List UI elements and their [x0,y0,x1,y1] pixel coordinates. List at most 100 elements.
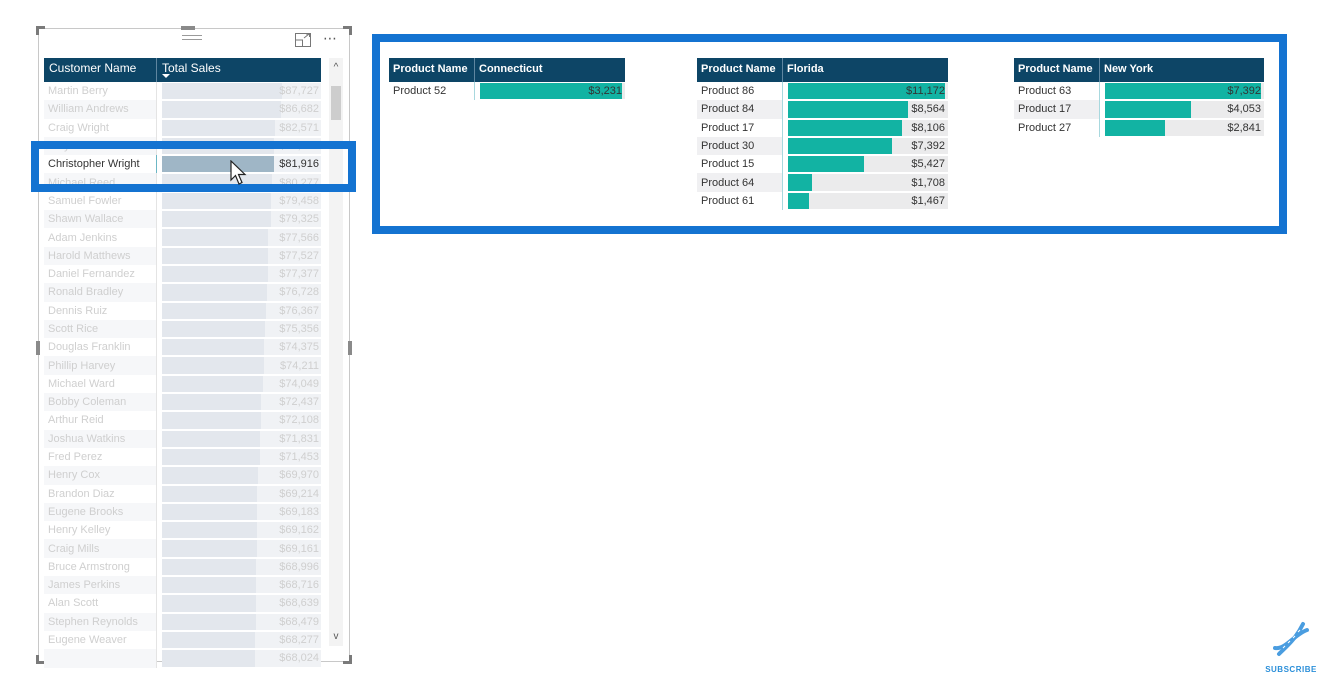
total-sales-cell[interactable]: $72,108 [157,411,321,429]
total-sales-cell[interactable]: $79,458 [157,192,321,210]
total-sales-cell[interactable]: $69,970 [157,466,321,484]
total-sales-cell[interactable]: $71,831 [157,430,321,448]
customer-name-cell[interactable]: Stephen Reynolds [44,612,157,631]
customer-name-cell[interactable]: Scott Rice [44,319,157,339]
table-row[interactable]: Samuel Fowler $79,458 [44,191,321,211]
table-row[interactable]: $68,024 [44,649,321,668]
total-sales-cell[interactable]: $69,183 [157,503,321,521]
table-row[interactable]: Henry Kelley $69,162 [44,521,321,540]
total-sales-cell[interactable]: $69,214 [157,485,321,503]
table-row[interactable]: Craig Mills $69,161 [44,539,321,558]
table-row[interactable]: Product 63 $7,392 [1014,82,1264,101]
product-name-cell[interactable]: Product 52 [389,82,475,101]
table-row[interactable]: Harold Matthews $77,527 [44,246,321,265]
customer-name-cell[interactable]: Wayne Johnson [44,136,157,156]
total-sales-cell[interactable]: $82,571 [157,119,321,137]
table-row-selected[interactable]: Christopher Wright $81,916 [44,155,321,174]
total-sales-cell[interactable]: $74,211 [157,356,321,374]
customer-name-cell[interactable]: Dennis Ruiz [44,301,157,320]
total-sales-cell[interactable]: $74,049 [157,375,321,393]
resize-handle-right[interactable] [348,341,352,355]
table-row[interactable]: Joshua Watkins $71,831 [44,429,321,448]
total-sales-cell[interactable]: $82,102 [157,137,321,155]
total-sales-cell[interactable]: $75,356 [157,320,321,338]
table-row[interactable]: Michael Ward $74,049 [44,374,321,394]
total-sales-cell[interactable]: $77,377 [157,265,321,283]
resize-handle-left[interactable] [36,341,40,355]
customer-name-cell[interactable]: Harold Matthews [44,246,157,265]
total-sales-cell[interactable]: $68,277 [157,631,321,649]
table-row[interactable]: Product 30 $7,392 [697,136,948,156]
table-row[interactable]: Product 52 $3,231 [389,82,625,101]
customer-name-cell[interactable]: Craig Wright [44,118,157,137]
customer-name-cell[interactable]: Henry Kelley [44,521,157,540]
subscribe-label[interactable]: SUBSCRIBE [1262,665,1320,674]
customer-name-cell[interactable]: Michael Reed [44,173,157,192]
customer-name-cell[interactable]: Eugene Brooks [44,502,157,522]
column-header-customer-name[interactable]: Customer Name [44,58,157,82]
table-row[interactable]: Shawn Wallace $79,325 [44,210,321,229]
customer-name-cell[interactable]: Shawn Wallace [44,210,157,229]
table-row[interactable]: Michael Reed $80,277 [44,173,321,192]
subscribe-badge[interactable]: SUBSCRIBE [1262,620,1320,676]
total-sales-cell[interactable]: $76,728 [157,283,321,301]
table-row[interactable]: Product 17 $4,053 [1014,100,1264,119]
product-name-cell[interactable]: Product 27 [1014,118,1100,137]
table-row[interactable]: Martin Berry $87,727 [44,82,321,101]
sales-cell[interactable]: $7,392 [1100,82,1264,100]
table-row[interactable]: Bobby Coleman $72,437 [44,393,321,412]
sales-cell[interactable]: $5,427 [783,155,948,173]
sales-cell[interactable]: $4,053 [1100,100,1264,118]
product-name-cell[interactable]: Product 64 [697,173,783,192]
customer-name-cell[interactable]: Brandon Diaz [44,484,157,503]
product-name-cell[interactable]: Product 86 [697,82,783,101]
table-row[interactable]: Product 17 $8,106 [697,118,948,137]
customer-name-cell[interactable]: Adam Jenkins [44,228,157,247]
sales-cell[interactable]: $2,841 [1100,119,1264,137]
resize-handle-top-left[interactable] [36,26,45,35]
product-name-cell[interactable]: Product 30 [697,136,783,156]
product-name-cell[interactable]: Product 17 [1014,100,1100,119]
customer-name-cell[interactable]: Christopher Wright [44,155,157,174]
table-row[interactable]: Dennis Ruiz $76,367 [44,301,321,320]
focus-mode-icon[interactable] [295,33,311,47]
table-row[interactable]: Bruce Armstrong $68,996 [44,557,321,577]
sales-cell[interactable]: $8,106 [783,119,948,137]
total-sales-cell[interactable]: $68,479 [157,613,321,631]
table-row[interactable]: Eugene Weaver $68,277 [44,630,321,650]
total-sales-cell[interactable]: $68,024 [157,649,321,667]
table-row[interactable]: Product 86 $11,172 [697,82,948,101]
sales-cell[interactable]: $11,172 [783,82,948,100]
total-sales-cell[interactable]: $69,161 [157,539,321,557]
customer-name-cell[interactable]: Joshua Watkins [44,429,157,448]
table-row[interactable]: Wayne Johnson $82,102 [44,136,321,156]
scroll-thumb[interactable] [331,86,341,120]
customer-name-cell[interactable]: Samuel Fowler [44,191,157,211]
sales-cell[interactable]: $1,708 [783,173,948,191]
customer-name-cell[interactable]: Daniel Fernandez [44,264,157,284]
customer-name-cell[interactable]: William Andrews [44,100,157,119]
column-header-state[interactable]: New York [1100,58,1157,82]
customer-name-cell[interactable]: Bruce Armstrong [44,557,157,577]
scroll-up-icon[interactable]: ^ [329,62,343,73]
total-sales-cell[interactable]: $69,162 [157,521,321,539]
total-sales-cell[interactable]: $72,437 [157,393,321,411]
table-row[interactable]: James Perkins $68,716 [44,576,321,595]
scroll-down-icon[interactable]: v [329,631,343,642]
customer-name-cell[interactable]: Ronald Bradley [44,283,157,302]
table-row[interactable]: Douglas Franklin $74,375 [44,338,321,357]
table-row[interactable]: Ronald Bradley $76,728 [44,283,321,302]
total-sales-cell[interactable]: $74,375 [157,338,321,356]
customer-name-cell[interactable]: Martin Berry [44,82,157,101]
product-name-cell[interactable]: Product 15 [697,155,783,174]
customer-name-cell[interactable] [44,649,157,668]
table-row[interactable]: Henry Cox $69,970 [44,466,321,485]
column-header-state[interactable]: Connecticut [475,58,547,82]
total-sales-cell[interactable]: $86,682 [157,100,321,118]
customer-name-cell[interactable]: Arthur Reid [44,411,157,430]
customer-name-cell[interactable]: Henry Cox [44,466,157,485]
table-row[interactable]: Scott Rice $75,356 [44,319,321,339]
customer-sales-table-visual[interactable]: ⋯ Customer Name Total Sales Martin Berry… [36,26,352,668]
more-options-icon[interactable]: ⋯ [323,30,338,47]
customer-name-cell[interactable]: Alan Scott [44,594,157,613]
